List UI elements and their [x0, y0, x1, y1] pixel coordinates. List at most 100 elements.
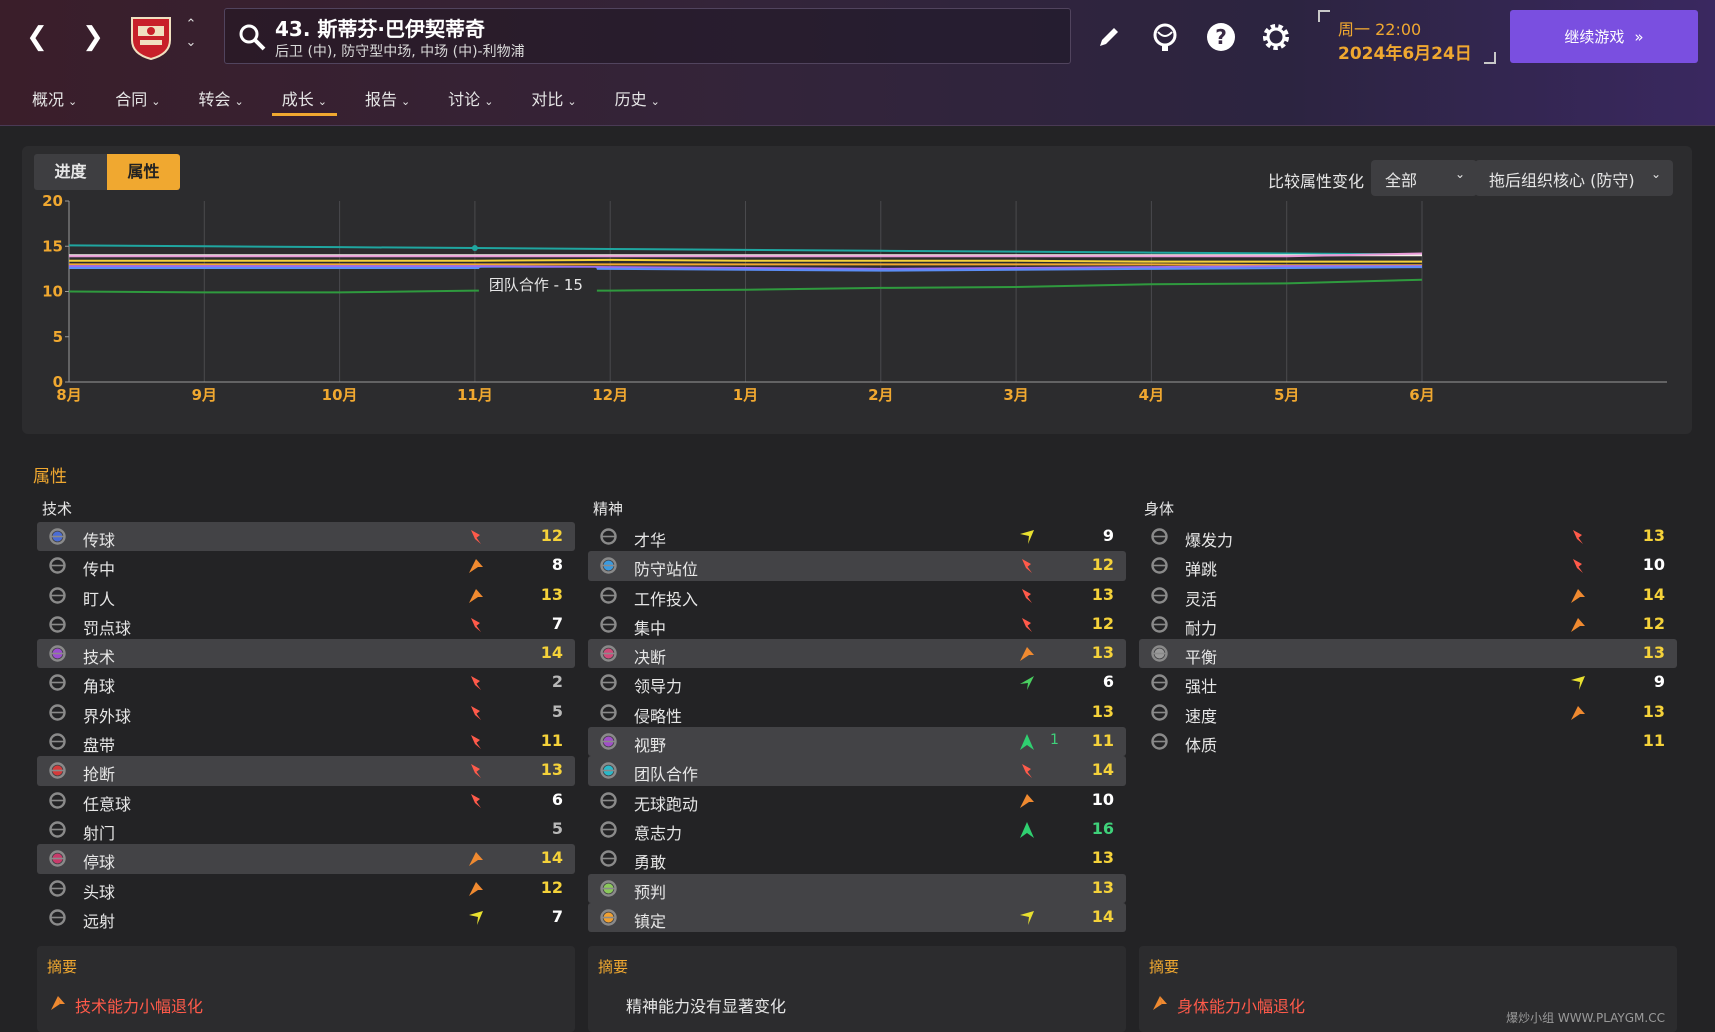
attribute-row[interactable]: 灵活 14: [1139, 581, 1677, 610]
back-arrow-icon[interactable]: ❮: [22, 22, 52, 52]
attribute-row[interactable]: 角球 2: [37, 668, 575, 697]
attribute-toggle-icon[interactable]: [49, 791, 66, 809]
attribute-row[interactable]: 盯人 13: [37, 581, 575, 610]
role-key-attribute-icon[interactable]: [600, 879, 617, 897]
attributes-toggle-button[interactable]: 属性: [107, 154, 180, 190]
tab-item[interactable]: 概况 ⌄: [20, 80, 89, 118]
role-key-attribute-icon[interactable]: [600, 557, 617, 574]
attribute-toggle-icon[interactable]: [600, 704, 617, 721]
attribute-toggle-icon[interactable]: [49, 821, 66, 838]
attribute-row[interactable]: 抢断 13: [37, 756, 575, 786]
attribute-row[interactable]: 平衡 13: [1139, 639, 1677, 669]
attribute-row[interactable]: 勇敢 13: [588, 844, 1126, 873]
attribute-toggle-icon[interactable]: [1151, 616, 1168, 633]
player-search-box[interactable]: 43. 斯蒂芬·巴伊契蒂奇 后卫 (中), 防守型中场, 中场 (中)-利物浦: [224, 8, 1071, 64]
club-badge-icon[interactable]: [128, 12, 174, 60]
tab-item[interactable]: 报告 ⌄: [353, 80, 422, 118]
continue-game-button[interactable]: 继续游戏 »: [1510, 10, 1698, 63]
tab-item[interactable]: 成长 ⌄: [270, 80, 339, 118]
player-switch-icon[interactable]: ⌃ ⌄: [182, 16, 200, 56]
role-key-attribute-icon[interactable]: [600, 762, 617, 780]
decline-arrow-icon: [1022, 764, 1032, 779]
attribute-row[interactable]: 技术 14: [37, 639, 575, 669]
role-key-attribute-icon[interactable]: [49, 762, 66, 780]
attribute-row[interactable]: 传中 8: [37, 551, 575, 580]
attribute-row[interactable]: 集中 12: [588, 610, 1126, 639]
tab-item[interactable]: 转会 ⌄: [186, 80, 255, 118]
attribute-toggle-icon[interactable]: [49, 733, 66, 750]
edit-pencil-icon[interactable]: [1092, 20, 1126, 54]
forward-arrow-icon[interactable]: ❯: [78, 22, 108, 52]
attribute-toggle-icon[interactable]: [49, 909, 66, 926]
attribute-row[interactable]: 强壮 9: [1139, 668, 1677, 697]
role-key-attribute-icon[interactable]: [600, 733, 617, 750]
tab-item[interactable]: 合同 ⌄: [103, 80, 172, 118]
attribute-toggle-icon[interactable]: [600, 616, 617, 633]
attribute-row[interactable]: 工作投入 13: [588, 581, 1126, 610]
role-key-attribute-icon[interactable]: [49, 850, 66, 867]
attribute-toggle-icon[interactable]: [49, 879, 66, 897]
attribute-name: 无球跑动: [634, 794, 699, 814]
attribute-toggle-icon[interactable]: [1151, 733, 1168, 750]
attribute-row[interactable]: 远射 7: [37, 903, 575, 932]
attribute-row[interactable]: 领导力 6: [588, 668, 1126, 697]
tab-item[interactable]: 对比 ⌄: [519, 80, 588, 118]
attribute-row[interactable]: 界外球 5: [37, 698, 575, 727]
attribute-toggle-icon[interactable]: [49, 704, 66, 721]
attribute-row[interactable]: 耐力 12: [1139, 610, 1677, 639]
attribute-toggle-icon[interactable]: [600, 791, 617, 809]
attribute-toggle-icon[interactable]: [600, 821, 617, 838]
y-tick-label: 15: [42, 237, 63, 255]
role-key-attribute-icon[interactable]: [600, 909, 617, 926]
attribute-name: 界外球: [83, 706, 132, 726]
attribute-row[interactable]: 无球跑动 10: [588, 786, 1126, 815]
tab-item[interactable]: 历史 ⌄: [603, 80, 672, 118]
attribute-row[interactable]: 爆发力 13: [1139, 522, 1677, 551]
role-key-attribute-icon[interactable]: [49, 528, 66, 545]
attribute-toggle-icon[interactable]: [49, 674, 66, 692]
attribute-row[interactable]: 体质 11: [1139, 727, 1677, 756]
attribute-row[interactable]: 头球 12: [37, 874, 575, 903]
role-key-attribute-icon[interactable]: [49, 645, 66, 662]
attribute-row[interactable]: 意志力 16: [588, 815, 1126, 844]
attribute-toggle-icon[interactable]: [1151, 586, 1168, 604]
attribute-toggle-icon[interactable]: [1151, 674, 1168, 692]
attribute-row[interactable]: 射门 5: [37, 815, 575, 844]
attribute-row[interactable]: 侵略性 13: [588, 698, 1126, 727]
attribute-toggle-icon[interactable]: [600, 528, 617, 545]
tab-label: 报告: [364, 90, 397, 109]
help-icon[interactable]: ?: [1204, 20, 1238, 54]
attribute-row[interactable]: 弹跳 10: [1139, 551, 1677, 580]
tab-item[interactable]: 讨论 ⌄: [436, 80, 505, 118]
globe-icon[interactable]: [1148, 20, 1182, 54]
attribute-toggle-icon[interactable]: [49, 557, 66, 574]
attribute-row[interactable]: 决断 13: [588, 639, 1126, 669]
attribute-toggle-icon[interactable]: [1151, 528, 1168, 545]
attribute-row[interactable]: 停球 14: [37, 844, 575, 874]
attribute-toggle-icon[interactable]: [1151, 557, 1168, 574]
role-key-attribute-icon[interactable]: [600, 645, 617, 662]
progress-toggle-button[interactable]: 进度: [34, 154, 107, 190]
attribute-row[interactable]: 传球 12: [37, 522, 575, 552]
search-icon[interactable]: [237, 22, 267, 52]
attribute-row[interactable]: 任意球 6: [37, 786, 575, 815]
attribute-row[interactable]: 防守站位 12: [588, 551, 1126, 581]
settings-gear-icon[interactable]: [1259, 20, 1293, 54]
attribute-row[interactable]: 罚点球 7: [37, 610, 575, 639]
attribute-toggle-icon[interactable]: [49, 586, 66, 604]
attribute-row[interactable]: 预判 13: [588, 873, 1126, 903]
attribute-toggle-icon[interactable]: [1151, 704, 1168, 721]
attribute-row[interactable]: 才华 9: [588, 522, 1126, 551]
attribute-row[interactable]: 视野 1 11: [588, 727, 1126, 757]
attribute-name: 防守站位: [634, 560, 699, 580]
player-position: 后卫 (中), 防守型中场, 中场 (中)-利物浦: [275, 44, 525, 60]
role-key-attribute-icon[interactable]: [1151, 645, 1168, 662]
attribute-row[interactable]: 盘带 11: [37, 727, 575, 756]
attribute-row[interactable]: 镇定 14: [588, 902, 1126, 933]
attribute-row[interactable]: 速度 13: [1139, 698, 1677, 727]
attribute-row[interactable]: 团队合作 14: [588, 756, 1126, 786]
attribute-toggle-icon[interactable]: [600, 586, 617, 604]
attribute-toggle-icon[interactable]: [49, 616, 66, 633]
attribute-toggle-icon[interactable]: [600, 674, 617, 692]
attribute-toggle-icon[interactable]: [600, 850, 617, 867]
